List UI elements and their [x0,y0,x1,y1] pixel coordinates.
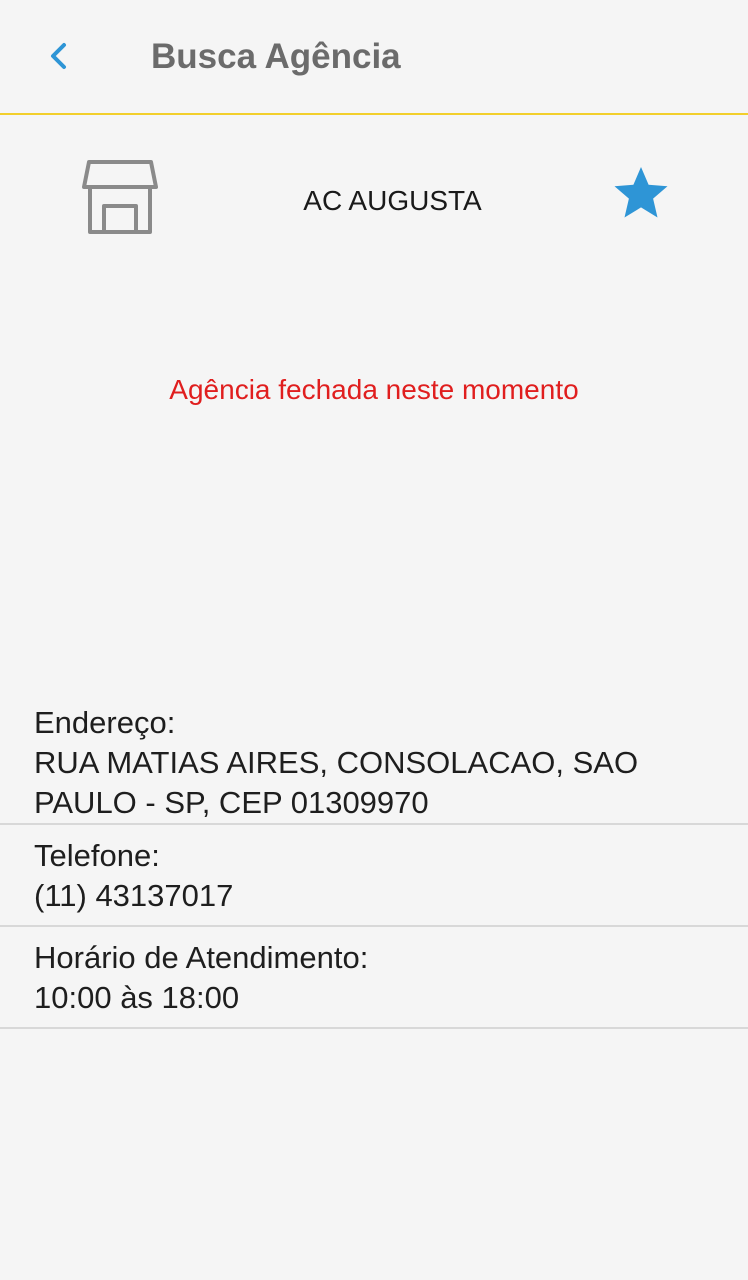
agency-name: AC AUGUSTA [303,185,482,216]
phone-value[interactable]: (11) 43137017 [34,876,728,916]
back-button[interactable] [30,32,86,80]
agency-status: Agência fechada neste momento [169,374,579,405]
address-value: RUA MATIAS AIRES, CONSOLACAO, SAO PAULO … [34,745,639,820]
star-icon[interactable] [612,164,670,222]
page-title: Busca Agência [151,37,401,76]
address-label: Endereço: [34,705,176,740]
hours-label: Horário de Atendimento: [34,940,369,975]
store-icon [82,160,158,234]
phone-section[interactable]: Telefone: (11) 43137017 [0,836,748,927]
app-bar: Busca Agência [0,0,748,115]
address-section: Endereço: RUA MATIAS AIRES, CONSOLACAO, … [0,703,748,825]
phone-label: Telefone: [34,838,160,873]
hours-value: 10:00 às 18:00 [34,980,240,1015]
agency-detail-screen: Busca Agência AC AUGUSTA Agência fechada… [0,0,748,1280]
chevron-left-icon [51,43,66,69]
hours-section: Horário de Atendimento: 10:00 às 18:00 [0,938,748,1029]
